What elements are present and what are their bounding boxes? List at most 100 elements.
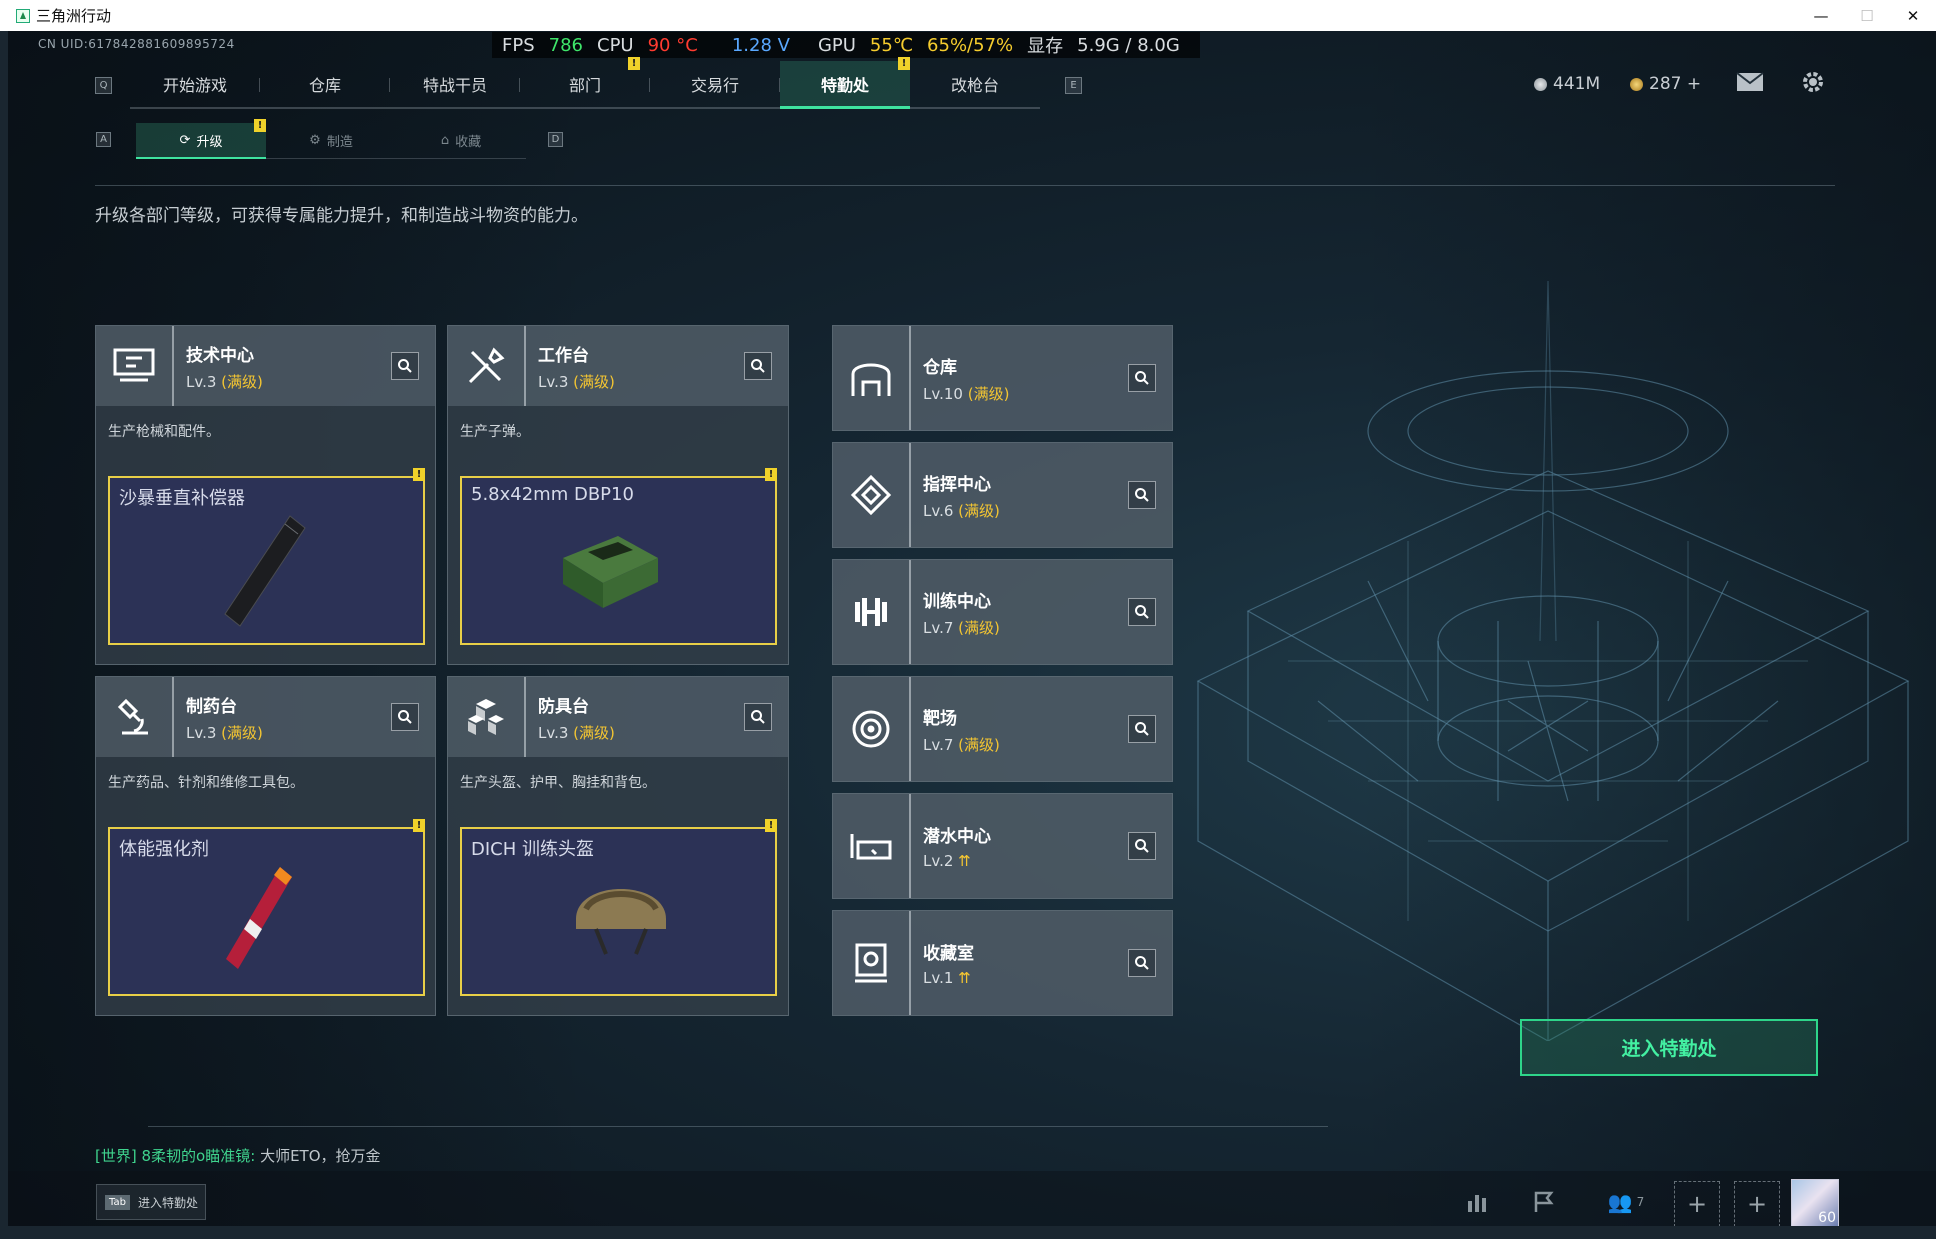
nav-next-key[interactable]: E [1065,77,1082,94]
notification-badge: ! [413,468,425,481]
subtab-label: 升级 [196,134,223,150]
facility-name: 技术中心 [186,345,254,366]
search-icon[interactable] [744,352,772,380]
facility-card-workbench[interactable]: 工作台 Lv.3 (满级) 生产子弹。 5.8x42mm DBP10 ! [447,325,789,665]
facility-card-shooting-range[interactable]: 靶场 Lv.7 (满级) [832,676,1173,782]
facility-card-collection-room[interactable]: 收藏室 Lv.1 ⇈ [832,910,1173,1016]
subtab-label: 收藏 [455,135,482,150]
nav-prev-key[interactable]: Q [95,77,112,94]
divider [148,1126,1328,1127]
production-slot[interactable]: 沙暴垂直补偿器 ! [108,468,425,645]
cpu-temp-value: 90 °C [647,34,698,56]
player-level: 60 [1818,1210,1836,1226]
facility-card-command-center[interactable]: 指挥中心 Lv.6 (满级) [832,442,1173,548]
world-chat-message[interactable]: [世界] 8柔韧的o瞄准镜: 大师ETO，抢万金 [95,1145,381,1166]
tab-operators[interactable]: 特战干员 [390,61,520,109]
notification-badge: ! [413,819,425,832]
gold-currency[interactable]: 287 + [1630,74,1701,94]
silver-coin-icon [1534,77,1547,91]
tab-trading[interactable]: 交易行 [650,61,780,109]
tab-label: 部门 [568,76,601,95]
friends-button[interactable]: 👥 7 [1596,1187,1656,1217]
max-level-tag: (满级) [958,735,1000,754]
max-level-tag: (满级) [221,372,263,391]
search-icon[interactable] [391,703,419,731]
gpu-temp-value: 55℃ [869,34,914,56]
maximize-button[interactable]: ☐ [1844,0,1890,31]
gold-coin-icon [1630,77,1643,91]
subnav-prev-key[interactable]: A [96,132,111,147]
stats-icon[interactable] [1460,1187,1496,1217]
settings-gear-icon[interactable] [1800,69,1828,97]
command-icon [833,443,911,547]
facility-card-training-center[interactable]: 训练中心 Lv.7 (满级) [832,559,1173,665]
facility-level: Lv.2 [923,852,954,870]
facility-name: 训练中心 [923,591,991,612]
production-slot[interactable]: 5.8x42mm DBP10 ! [460,468,777,645]
product-name: 5.8x42mm DBP10 [471,484,634,505]
tab-gunsmith[interactable]: 改枪台 [910,61,1040,109]
sub-nav: ⟳ 升级 ! ⚙ 制造 ⌂ 收藏 [136,119,526,159]
tab-start-game[interactable]: 开始游戏 [130,61,260,109]
facility-card-pharmacy[interactable]: 制药台 Lv.3 (满级) 生产药品、针剂和维修工具包。 体能强化剂 ! [95,676,436,1016]
flag-icon[interactable] [1526,1187,1562,1217]
fps-value: 786 [548,34,583,56]
chat-channel: [世界] [95,1147,137,1165]
max-level-tag: (满级) [958,618,1000,637]
product-name: 体能强化剂 [119,839,209,860]
tab-label: 交易行 [690,76,739,95]
facility-name: 防具台 [538,696,589,717]
silver-amount: 441M [1553,74,1601,94]
cpu-label: CPU [597,34,634,56]
facility-card-warehouse[interactable]: 仓库 Lv.10 (满级) [832,325,1173,431]
tab-hint-button[interactable]: Tab 进入特勤处 [96,1184,206,1220]
target-icon [833,677,911,781]
tab-special-ops[interactable]: 特勤处 ! [780,57,910,109]
silver-currency[interactable]: 441M [1534,74,1600,94]
search-icon[interactable] [1128,364,1156,392]
performance-overlay: FPS 786 CPU 90 °C 1.28 V GPU 55℃ 65%/57%… [492,32,1200,58]
enter-special-ops-button[interactable]: 进入特勤处 [1520,1019,1818,1076]
minimize-button[interactable]: — [1798,0,1844,31]
facility-level: Lv.10 [923,384,963,403]
cpu-voltage-value: 1.28 V [731,34,790,56]
facility-card-armor-bench[interactable]: 防具台 Lv.3 (满级) 生产头盔、护甲、胸挂和背包。 DICH 训练头盔 ! [447,676,789,1016]
add-teammate-slot[interactable]: + [1734,1181,1780,1226]
upgrade-available-icon: ⇈ [958,969,971,987]
chat-text: 大师ETO，抢万金 [260,1147,381,1165]
microscope-icon [96,677,174,757]
subtab-collection[interactable]: ⌂ 收藏 [396,123,526,159]
search-icon[interactable] [744,703,772,731]
gpu-usage-value: 65%/57% [927,34,1014,56]
max-level-tag: (满级) [221,723,263,742]
facility-card-tech-center[interactable]: 技术中心 Lv.3 (满级) 生产枪械和配件。 沙暴垂直补偿器 ! [95,325,436,665]
mail-icon[interactable] [1736,71,1766,95]
subnav-next-key[interactable]: D [548,132,563,147]
search-icon[interactable] [391,352,419,380]
subtab-upgrade[interactable]: ⟳ 升级 ! [136,119,266,159]
max-level-tag: (满级) [573,723,615,742]
production-slot[interactable]: 体能强化剂 ! [108,819,425,996]
production-slot[interactable]: DICH 训练头盔 ! [460,819,777,996]
cubes-icon [448,677,526,757]
fps-label: FPS [502,34,535,56]
facility-description: 生产药品、针剂和维修工具包。 [108,775,304,791]
facility-level: Lv.3 [538,723,569,742]
search-icon[interactable] [1128,481,1156,509]
facility-name: 工作台 [538,345,589,366]
player-avatar[interactable]: 60 [1791,1179,1839,1226]
subtab-craft[interactable]: ⚙ 制造 [266,123,396,159]
search-icon[interactable] [1128,715,1156,743]
tab-label: 改枪台 [950,76,999,95]
close-button[interactable]: ✕ [1890,0,1936,31]
search-icon[interactable] [1128,949,1156,977]
facility-card-diving-center[interactable]: 潜水中心 Lv.2 ⇈ [832,793,1173,899]
search-icon[interactable] [1128,832,1156,860]
game-viewport: CN UID:617842881609895724 FPS 786 CPU 90… [8,31,1936,1226]
facility-level: Lv.6 [923,501,954,520]
add-teammate-slot[interactable]: + [1674,1181,1720,1226]
tab-warehouse[interactable]: 仓库 [260,61,390,109]
search-icon[interactable] [1128,598,1156,626]
gear-icon: ⚙ [309,133,321,148]
tab-department[interactable]: 部门 ! [520,57,650,109]
